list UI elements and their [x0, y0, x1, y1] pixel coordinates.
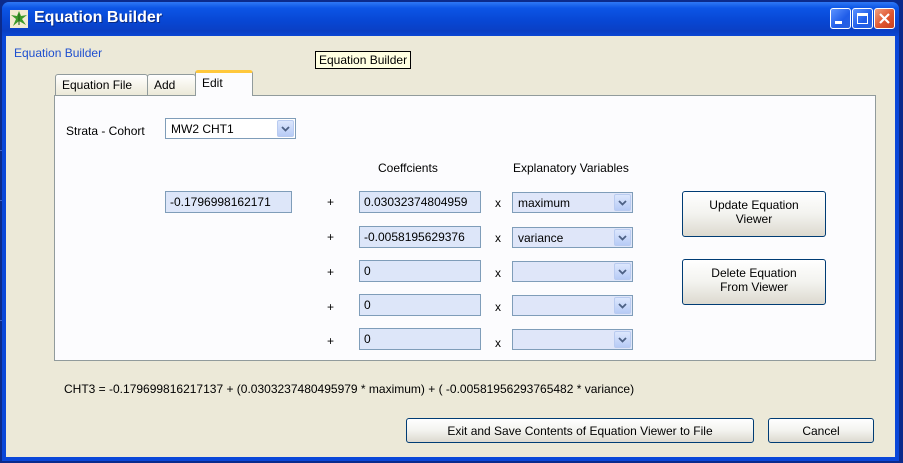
- coefficients-header: Coeffcients: [378, 161, 438, 175]
- variable-value: maximum: [518, 196, 571, 210]
- coefficient-field[interactable]: 0.03032374804959: [359, 191, 481, 213]
- coefficient-field[interactable]: -0.0058195629376: [359, 226, 481, 248]
- chevron-down-icon[interactable]: [614, 331, 631, 348]
- variable-select[interactable]: [512, 295, 633, 316]
- group-title: Equation Builder: [14, 46, 103, 60]
- delete-equation-button[interactable]: Delete Equation From Viewer: [682, 259, 826, 305]
- title-bar[interactable]: Equation Builder: [2, 2, 899, 36]
- minimize-icon: [835, 21, 842, 24]
- close-button[interactable]: [874, 8, 895, 29]
- variable-select[interactable]: [512, 329, 633, 350]
- update-equation-viewer-button[interactable]: Update Equation Viewer: [682, 191, 826, 237]
- intercept-value: -0.1796998162171: [170, 195, 271, 209]
- chevron-down-icon[interactable]: [614, 194, 631, 211]
- strata-cohort-value: MW2 CHT1: [171, 122, 234, 136]
- times-sign: x: [495, 231, 501, 245]
- chevron-down-icon[interactable]: [614, 297, 631, 314]
- cancel-button[interactable]: Cancel: [768, 418, 874, 443]
- window-title: Equation Builder: [34, 9, 162, 26]
- tab-equation-file[interactable]: Equation File: [55, 74, 148, 95]
- close-icon: [879, 13, 890, 24]
- times-sign: x: [495, 196, 501, 210]
- equation-builder-window: Equation Builder Equation Builder Equati…: [2, 2, 899, 461]
- tab-add[interactable]: Add: [147, 74, 196, 95]
- client-area: Equation Builder Equation Builder Equati…: [6, 36, 895, 457]
- app-leaf-icon: [10, 10, 28, 28]
- exit-save-button[interactable]: Exit and Save Contents of Equation Viewe…: [406, 418, 754, 443]
- chevron-down-icon[interactable]: [614, 229, 631, 246]
- coefficient-value: 0: [364, 264, 371, 278]
- coefficient-value: -0.0058195629376: [364, 230, 465, 244]
- delete-button-label: Delete Equation From Viewer: [711, 266, 797, 294]
- strata-cohort-select[interactable]: MW2 CHT1: [165, 118, 296, 139]
- tooltip: Equation Builder: [315, 51, 412, 69]
- intercept-field[interactable]: -0.1796998162171: [165, 191, 292, 213]
- variable-select[interactable]: variance: [512, 227, 633, 248]
- coefficient-field[interactable]: 0: [359, 260, 481, 282]
- plus-sign: +: [327, 195, 335, 209]
- variable-select[interactable]: [512, 261, 633, 282]
- update-button-label: Update Equation Viewer: [709, 198, 799, 226]
- minimize-button[interactable]: [830, 8, 851, 29]
- coefficient-field[interactable]: 0: [359, 328, 481, 350]
- variable-value: variance: [518, 231, 564, 245]
- plus-sign: +: [327, 334, 335, 348]
- chevron-down-icon[interactable]: [614, 263, 631, 280]
- coefficient-value: 0.03032374804959: [364, 195, 468, 209]
- plus-sign: +: [327, 300, 335, 314]
- exit-save-label: Exit and Save Contents of Equation Viewe…: [447, 424, 713, 438]
- tab-edit[interactable]: Edit: [195, 70, 253, 96]
- coefficient-field[interactable]: 0: [359, 294, 481, 316]
- equation-preview: CHT3 = -0.179699816217137 + (0.030323748…: [64, 382, 635, 396]
- edit-tab-panel: Strata - Cohort MW2 CHT1 Coeffcients Exp…: [54, 95, 876, 361]
- times-sign: x: [495, 266, 501, 280]
- strata-cohort-label: Strata - Cohort: [66, 124, 145, 138]
- variable-select[interactable]: maximum: [512, 192, 633, 213]
- coefficient-value: 0: [364, 298, 371, 312]
- times-sign: x: [495, 336, 501, 350]
- coefficient-value: 0: [364, 332, 371, 346]
- plus-sign: +: [327, 230, 335, 244]
- times-sign: x: [495, 300, 501, 314]
- maximize-icon: [857, 13, 868, 24]
- cancel-label: Cancel: [802, 424, 840, 438]
- maximize-button[interactable]: [852, 8, 873, 29]
- chevron-down-icon[interactable]: [277, 120, 294, 137]
- plus-sign: +: [327, 265, 335, 279]
- explanatory-variables-header: Explanatory Variables: [513, 161, 629, 175]
